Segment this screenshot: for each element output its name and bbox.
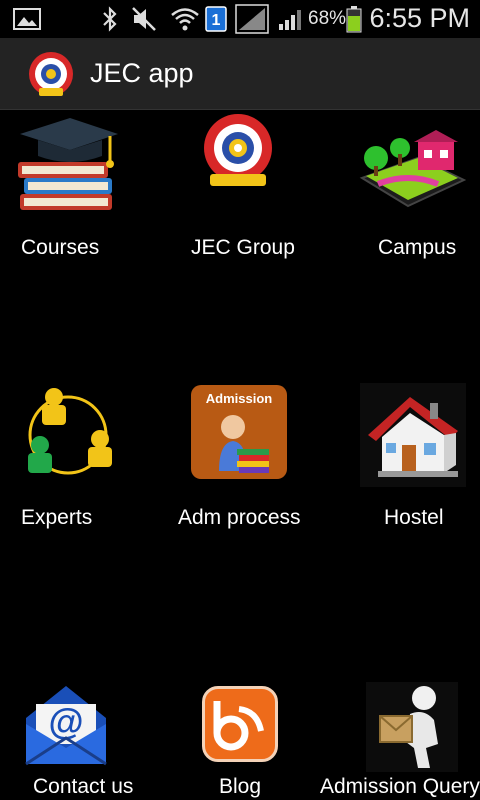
grid-item-admission-query[interactable]: Admission Query <box>320 672 480 800</box>
courier-icon <box>366 682 458 772</box>
grid-item-label: Experts <box>21 506 93 529</box>
wifi-icon <box>170 0 200 38</box>
bluetooth-icon <box>100 0 120 38</box>
grid-item-jec-group[interactable]: JEC Group <box>160 110 320 300</box>
status-bar: 1 68% 6:55 PM <box>0 0 480 38</box>
action-bar: JEC app <box>0 38 480 110</box>
email-icon: @ <box>22 676 110 777</box>
campus-map-icon <box>358 126 467 215</box>
jec-logo-icon[interactable] <box>27 50 75 98</box>
grid-item-label: Admission Query <box>320 775 480 798</box>
grid-item-label: Adm process <box>178 506 301 529</box>
app-title: JEC app <box>90 58 194 88</box>
sim-badge-icon: 1 <box>204 0 228 38</box>
grid-item-label: JEC Group <box>191 236 295 259</box>
grid-item-label: Blog <box>219 775 262 798</box>
grid-item-courses[interactable]: Courses <box>0 110 160 300</box>
grid-item-label: Campus <box>378 236 457 259</box>
grid-item-campus[interactable]: Campus <box>320 110 480 300</box>
admission-icon-text: Admission <box>205 391 273 406</box>
house-icon <box>360 383 466 487</box>
grid-item-blog[interactable]: Blog <box>160 672 320 800</box>
people-network-icon <box>18 383 118 488</box>
clock: 6:55 PM <box>369 3 470 33</box>
graduation-books-icon <box>14 112 120 223</box>
grid-item-contact-us[interactable]: @ Contact us <box>0 672 160 800</box>
grid-item-hostel[interactable]: Hostel <box>320 375 480 565</box>
grid-item-experts[interactable]: Experts <box>0 375 160 565</box>
signal-icon <box>276 0 306 38</box>
jec-emblem-icon <box>190 112 286 193</box>
grid-item-label: Hostel <box>384 506 444 529</box>
battery-percent: 68% <box>308 8 347 29</box>
grid-item-adm-process[interactable]: Admission Adm process <box>160 375 320 565</box>
blog-icon <box>202 686 278 762</box>
gallery-icon <box>12 0 42 38</box>
svg-text:@: @ <box>48 701 83 742</box>
notification-badge-text: 1 <box>212 12 221 29</box>
grid-item-label: Courses <box>21 236 100 259</box>
grid-item-label: Contact us <box>33 775 134 798</box>
mute-icon <box>130 0 158 38</box>
signal-icon <box>234 0 270 38</box>
battery-icon <box>344 0 364 38</box>
admission-icon: Admission <box>191 385 287 479</box>
